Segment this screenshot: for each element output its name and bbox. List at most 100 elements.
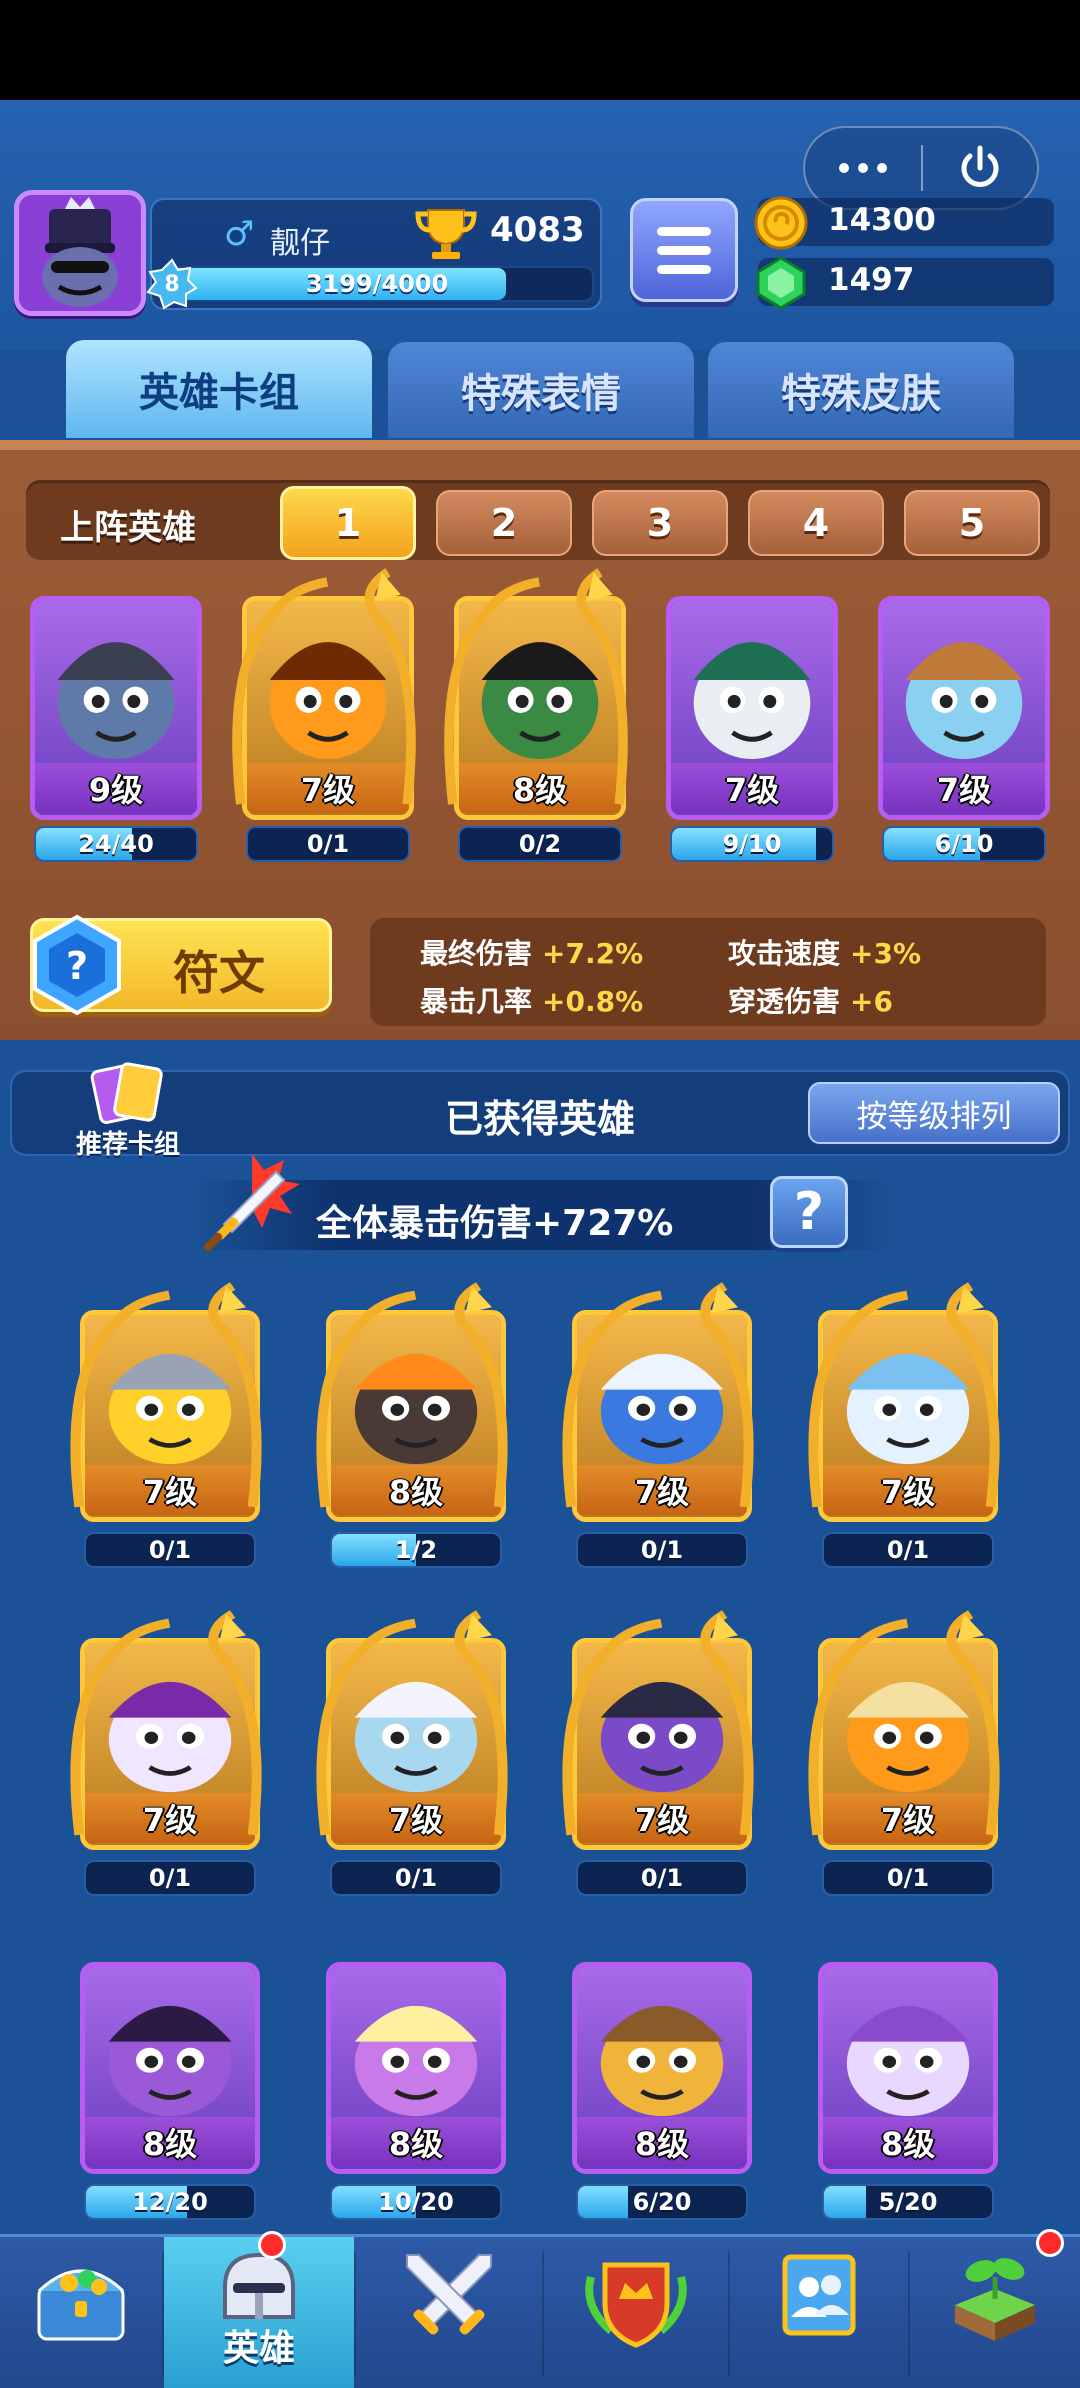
lineup-slot-5[interactable]: 5 (904, 490, 1040, 556)
lineup-slot-1[interactable]: 1 (280, 486, 416, 560)
menu-button[interactable] (630, 198, 738, 302)
crossed-swords-icon (406, 2254, 492, 2335)
svg-text:?: ? (66, 944, 88, 988)
hero-card-progress: 0/1 (246, 826, 410, 862)
hero-card-progress-text: 6/20 (632, 2188, 692, 2216)
hero-card-progress: 0/1 (330, 1860, 502, 1896)
guild-shield-icon (585, 2262, 687, 2348)
card-deck-icon (90, 1062, 163, 1124)
lineup-hero-card-3[interactable]: 8级 0/2 (444, 568, 628, 866)
hero-card-progress-text: 0/1 (640, 1864, 684, 1892)
legendary-wings-icon (562, 1282, 754, 1508)
hero-card-progress-text: 9/10 (722, 830, 782, 858)
lineup-slot-4[interactable]: 4 (748, 490, 884, 556)
profile-panel: ♂ 靓仔 4083 3199/4000 8 (146, 198, 602, 310)
collection-hero-card-3[interactable]: 7级 0/1 (562, 1282, 754, 1572)
lineup-hero-card-4[interactable]: 7级 9/10 (666, 596, 838, 866)
hero-card-progress: 1/2 (330, 1532, 502, 1568)
nav-battle[interactable] (356, 2237, 542, 2388)
hero-card-progress-text: 0/1 (148, 1536, 192, 1564)
legendary-wings-icon (70, 1610, 262, 1836)
legendary-wings-icon (808, 1282, 1000, 1508)
collection-hero-card-4[interactable]: 7级 0/1 (808, 1282, 1000, 1572)
hero-card-progress: 6/20 (576, 2184, 748, 2220)
player-avatar[interactable] (14, 190, 146, 316)
status-bar (0, 0, 1080, 100)
player-level-badge: 8 (146, 258, 198, 310)
hero-card-progress: 0/1 (822, 1860, 994, 1896)
avatar-portrait-icon (19, 195, 141, 311)
collection-hero-card-7[interactable]: 7级 0/1 (562, 1610, 754, 1900)
hero-card-progress-text: 1/2 (394, 1536, 438, 1564)
hero-card-progress: 12/20 (84, 2184, 256, 2220)
hero-card-progress-text: 0/1 (306, 830, 350, 858)
nav-garden[interactable] (910, 2237, 1080, 2388)
rune-stats: 最终伤害 +7.2% 攻击速度 +3% 暴击几率 +0.8% 穿透伤害 +6 (370, 918, 1046, 1026)
stat-attack-speed: 攻击速度 +3% (728, 937, 922, 970)
collection-hero-card-12[interactable]: 8级 5/20 (818, 1962, 998, 2224)
collection-hero-card-5[interactable]: 7级 0/1 (70, 1610, 262, 1900)
hero-card-progress-text: 0/1 (886, 1536, 930, 1564)
nav-shop[interactable] (0, 2237, 162, 2388)
recommend-deck-button[interactable]: 推荐卡组 (58, 1062, 198, 1162)
lineup-panel: 上阵英雄 1 2 3 4 5 9级 24/40 7级 0/1 8级 0/2 7级 9/10 7级… (0, 440, 1080, 1040)
gem-counter: 1497 (756, 256, 1054, 310)
lineup-hero-card-1[interactable]: 9级 24/40 (30, 596, 202, 866)
collection-hero-card-2[interactable]: 8级 1/2 (316, 1282, 508, 1572)
hero-level: 8级 (142, 2125, 198, 2163)
trophy-icon (415, 209, 477, 259)
gender-icon: ♂ (224, 214, 255, 254)
collection-hero-card-1[interactable]: 7级 0/1 (70, 1282, 262, 1572)
rune-button[interactable]: ? 符文 (30, 914, 332, 1016)
menu-icon (657, 226, 711, 236)
more-button[interactable] (805, 128, 921, 208)
lineup-slot-3[interactable]: 3 (592, 490, 728, 556)
hero-level: 8级 (388, 2125, 444, 2163)
collection-hero-card-10[interactable]: 8级 10/20 (326, 1962, 506, 2224)
recommend-deck-label: 推荐卡组 (75, 1130, 180, 1160)
hero-card-progress: 0/1 (576, 1532, 748, 1568)
stat-crit-chance: 暴击几率 +0.8% (420, 985, 644, 1018)
notification-dot (258, 2231, 286, 2259)
hero-card-progress-text: 0/1 (394, 1864, 438, 1892)
tab-special-skins[interactable]: 特殊皮肤 (708, 342, 1014, 438)
hero-level: 8级 (634, 2125, 690, 2163)
hero-card-progress: 10/20 (330, 2184, 502, 2220)
nav-heroes[interactable]: 英雄 (164, 2237, 354, 2388)
nav-guild[interactable] (544, 2237, 728, 2388)
hero-card-progress: 0/1 (822, 1532, 994, 1568)
collection-hero-card-11[interactable]: 8级 6/20 (572, 1962, 752, 2224)
hero-card-progress: 0/1 (576, 1860, 748, 1896)
gold-counter: 14300 (754, 196, 1054, 250)
friends-icon (782, 2254, 856, 2336)
crit-damage-text: 全体暴击伤害+727% (316, 1203, 674, 1244)
hero-card-progress: 24/40 (34, 826, 198, 862)
gold-amount: 14300 (828, 202, 936, 238)
hero-card-progress-text: 10/20 (378, 2188, 454, 2216)
obtained-heroes-title: 已获得英雄 (444, 1097, 635, 1141)
collection-hero-card-8[interactable]: 7级 0/1 (808, 1610, 1000, 1900)
collection-hero-card-9[interactable]: 8级 12/20 (80, 1962, 260, 2224)
player-name: 靓仔 (270, 226, 330, 261)
power-button[interactable] (923, 128, 1037, 208)
hero-card-progress: 0/1 (84, 1532, 256, 1568)
hero-level: 7级 (724, 771, 780, 809)
lineup-hero-card-5[interactable]: 7级 6/10 (878, 596, 1050, 866)
tab-special-emotes[interactable]: 特殊表情 (388, 342, 694, 438)
lineup-hero-card-2[interactable]: 7级 0/1 (232, 568, 416, 866)
xp-bar: 3199/4000 (160, 266, 594, 302)
xp-text: 3199/4000 (305, 270, 449, 298)
hero-level: 9级 (88, 771, 144, 809)
tab-hero-deck[interactable]: 英雄卡组 (66, 340, 372, 438)
sprout-icon (955, 2258, 1035, 2341)
hero-card-progress: 0/2 (458, 826, 622, 862)
lineup-slot-2[interactable]: 2 (436, 490, 572, 556)
collection-hero-card-6[interactable]: 7级 0/1 (316, 1610, 508, 1900)
stat-pierce-damage: 穿透伤害 +6 (728, 985, 893, 1018)
nav-social[interactable] (730, 2237, 908, 2388)
lineup-header: 上阵英雄 1 2 3 4 5 (26, 480, 1050, 560)
sort-by-level-button[interactable]: 按等级排列 (808, 1082, 1060, 1144)
help-button[interactable]: ? (770, 1176, 848, 1248)
hero-card-progress: 5/20 (822, 2184, 994, 2220)
legendary-wings-icon (316, 1610, 508, 1836)
